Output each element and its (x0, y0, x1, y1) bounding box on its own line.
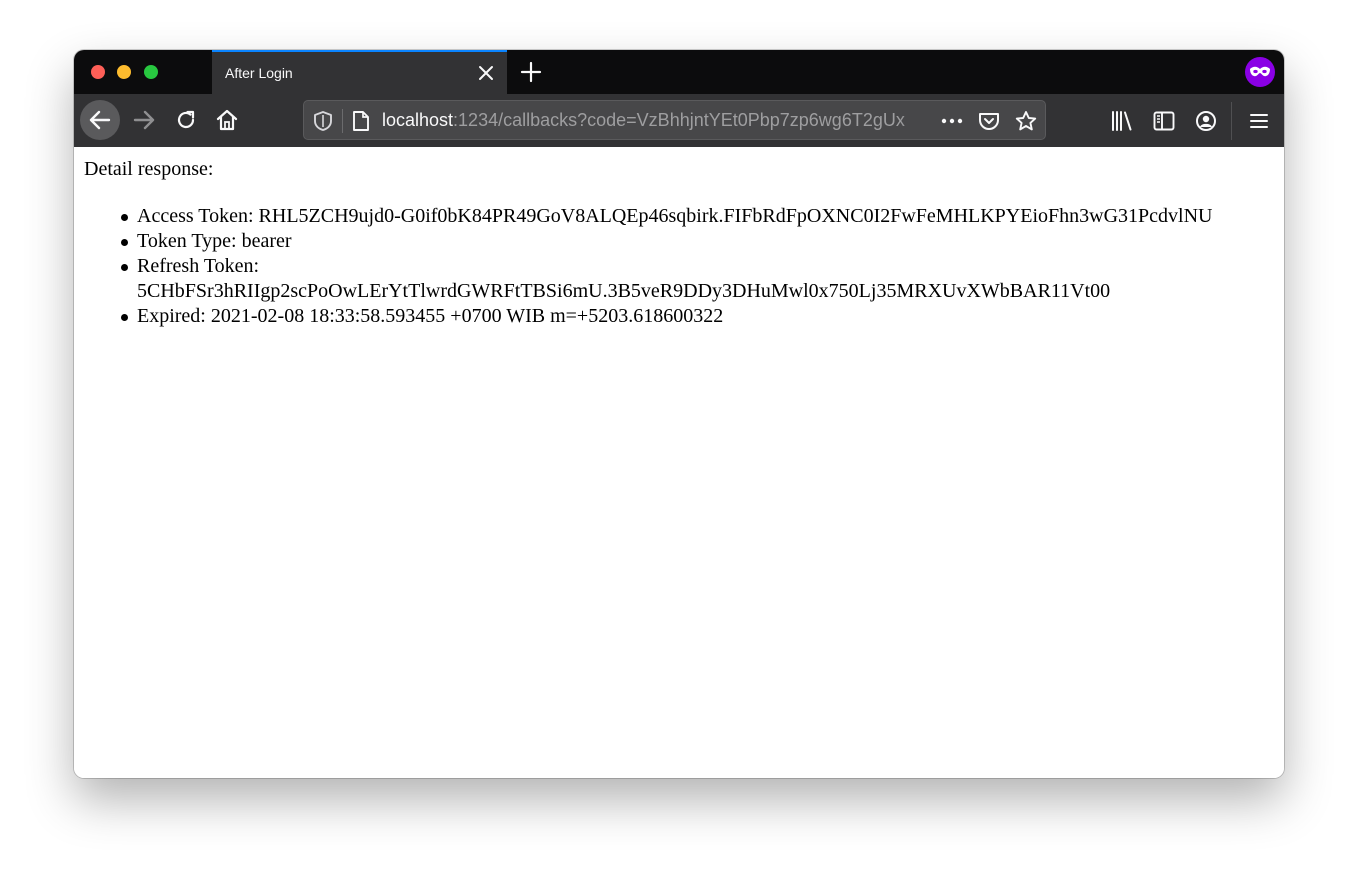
window-minimize-button[interactable] (117, 65, 131, 79)
refresh-token-value: 5CHbFSr3hRIIgp2scPoOwLErYtTlwrdGWRFtTBSi… (137, 280, 1111, 302)
pocket-icon[interactable] (977, 110, 1001, 132)
url-text[interactable]: localhost:1234/callbacks?code=VzBhhjntYE… (382, 110, 930, 132)
page-icon[interactable] (351, 110, 371, 132)
browser-window: After Login localhost:1234/callbacks?cod… (74, 50, 1284, 778)
detail-list: Access Token: RHL5ZCH9ujd0-G0if0bK84PR49… (121, 204, 1277, 329)
url-bar[interactable]: localhost:1234/callbacks?code=VzBhhjntYE… (303, 100, 1046, 140)
tab-after-login[interactable]: After Login (212, 50, 507, 94)
plus-icon[interactable] (520, 61, 542, 83)
navigation-toolbar: localhost:1234/callbacks?code=VzBhhjntYE… (74, 94, 1284, 147)
tab-title: After Login (225, 65, 293, 81)
shield-icon[interactable] (312, 110, 334, 132)
expired-text: Expired: 2021-02-08 18:33:58.593455 +070… (137, 305, 724, 327)
bookmark-star-icon[interactable] (1014, 110, 1038, 132)
close-icon[interactable] (477, 64, 495, 82)
window-maximize-button[interactable] (144, 65, 158, 79)
arrow-left-icon (89, 110, 111, 130)
forward-button[interactable] (124, 100, 164, 140)
home-icon (216, 109, 238, 131)
url-fade (900, 105, 932, 137)
page-content: Detail response: Access Token: RHL5ZCH9u… (74, 147, 1284, 778)
toolbar-divider (1231, 102, 1232, 140)
hamburger-menu-icon[interactable] (1247, 109, 1271, 133)
sidebar-icon[interactable] (1152, 109, 1176, 133)
url-host: localhost (382, 110, 454, 130)
list-item-access-token: Access Token: RHL5ZCH9ujd0-G0if0bK84PR49… (121, 204, 1277, 229)
back-button[interactable] (80, 100, 120, 140)
token-type-text: Token Type: bearer (137, 230, 292, 252)
library-icon[interactable] (1110, 109, 1134, 133)
arrow-right-icon (133, 110, 155, 130)
tab-strip: After Login (74, 50, 1284, 94)
url-divider (342, 109, 343, 133)
reload-icon (177, 110, 195, 129)
home-button[interactable] (207, 100, 247, 140)
reload-button[interactable] (166, 100, 206, 140)
access-token-text: Access Token: RHL5ZCH9ujd0-G0if0bK84PR49… (137, 205, 1213, 227)
url-path: :1234/callbacks?code=VzBhhjntYEt0Pbp7zp6… (453, 110, 905, 130)
list-item-expired: Expired: 2021-02-08 18:33:58.593455 +070… (121, 304, 1277, 329)
window-close-button[interactable] (91, 65, 105, 79)
more-actions-icon[interactable] (940, 110, 964, 132)
private-mask-icon (1245, 57, 1275, 87)
list-item-refresh-token: Refresh Token: 5CHbFSr3hRIIgp2scPoOwLErYt… (121, 254, 1277, 304)
page-heading: Detail response: (84, 158, 214, 180)
list-item-token-type: Token Type: bearer (121, 229, 1277, 254)
refresh-token-label: Refresh Token: (137, 255, 260, 277)
account-icon[interactable] (1194, 109, 1218, 133)
